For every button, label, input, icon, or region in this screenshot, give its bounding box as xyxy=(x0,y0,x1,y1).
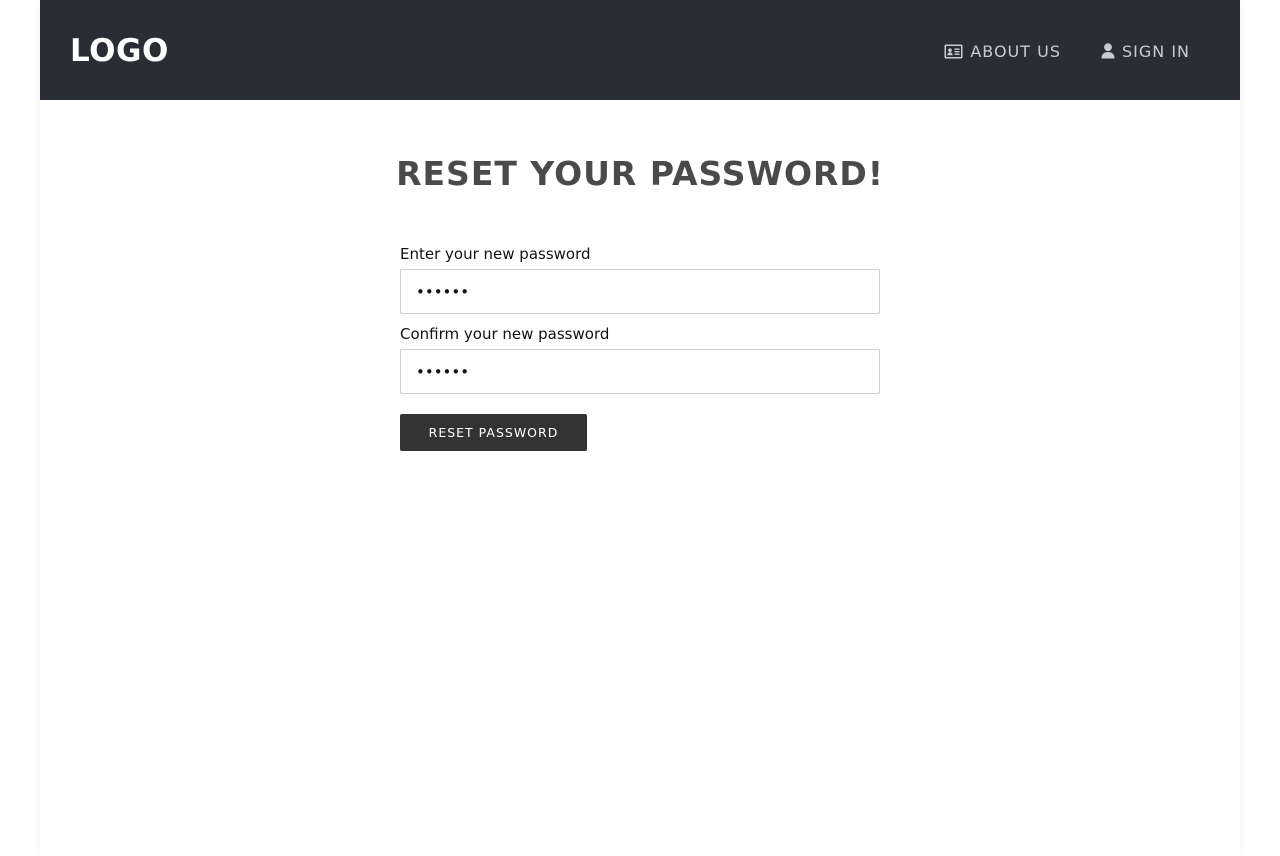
logo[interactable]: LOGO xyxy=(70,29,169,73)
nav-link-sign-in[interactable]: SIGN IN xyxy=(1101,38,1190,64)
page-title: RESET YOUR PASSWORD! xyxy=(396,154,884,193)
nav-link-label: SIGN IN xyxy=(1121,41,1190,61)
new-password-input[interactable] xyxy=(400,269,880,314)
confirm-password-input[interactable] xyxy=(400,349,880,394)
page-frame: LOGO ABOUT US SIGN IN RESET YOUR PASSWOR… xyxy=(40,0,1240,856)
new-password-group: Enter your new password xyxy=(400,243,880,314)
reset-password-form: Enter your new password Confirm your new… xyxy=(400,243,880,451)
reset-password-button[interactable]: RESET PASSWORD xyxy=(400,414,587,451)
navbar: LOGO ABOUT US SIGN IN xyxy=(40,0,1240,100)
nav-link-label: ABOUT US xyxy=(970,41,1061,61)
confirm-password-label: Confirm your new password xyxy=(400,325,610,343)
confirm-password-group: Confirm your new password xyxy=(400,323,880,394)
nav-link-about-us[interactable]: ABOUT US xyxy=(944,38,1061,64)
id-card-icon xyxy=(944,44,963,59)
nav-links: ABOUT US SIGN IN xyxy=(944,38,1190,64)
user-icon xyxy=(1101,43,1115,59)
new-password-label: Enter your new password xyxy=(400,245,591,263)
